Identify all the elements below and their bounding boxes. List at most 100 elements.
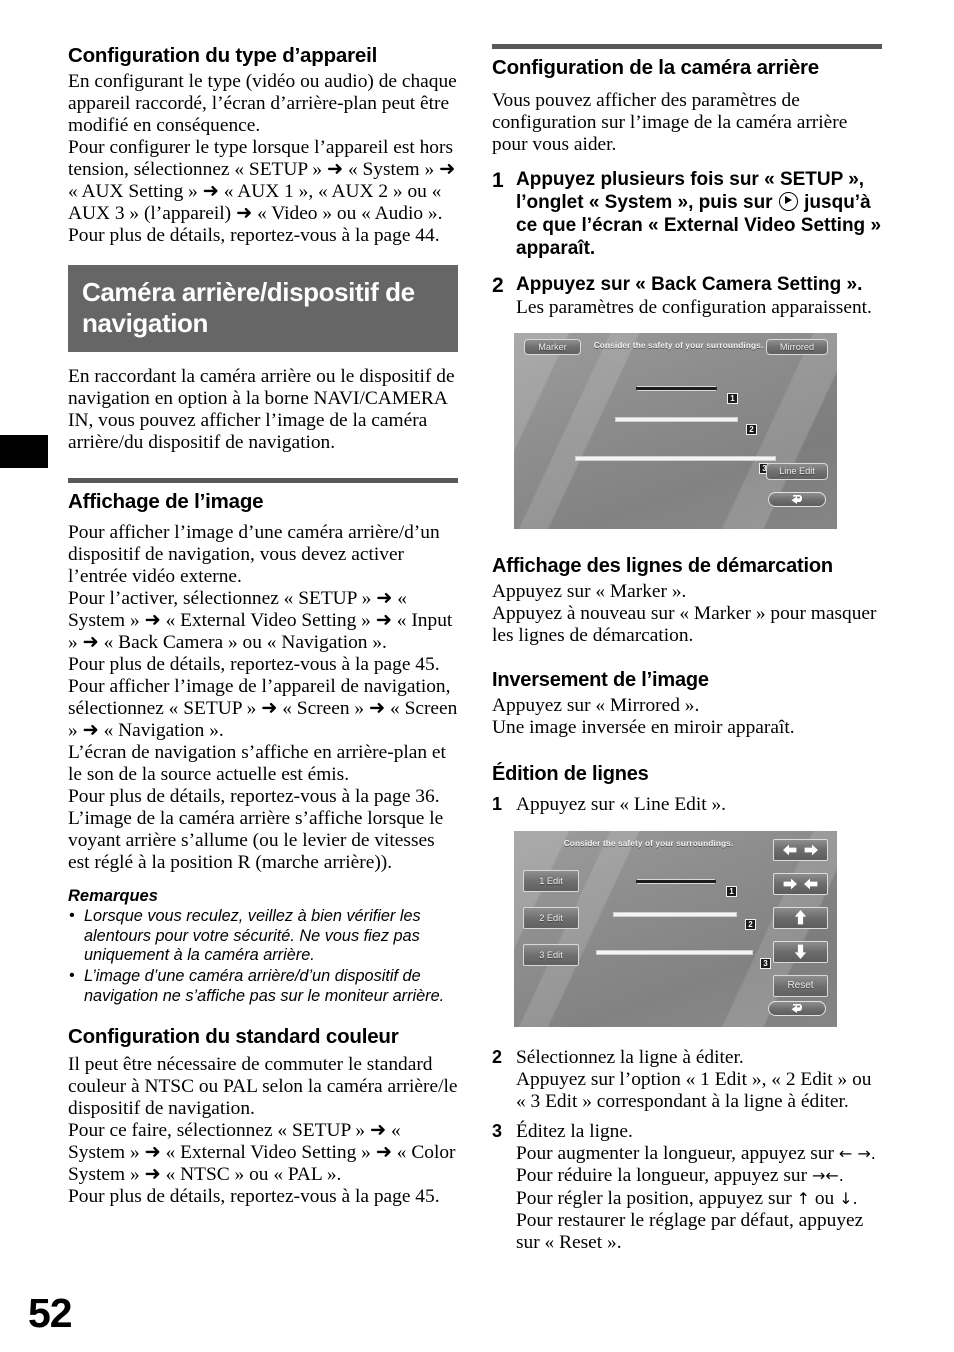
paragraph-image-display-1: Pour afficher l’image d’une caméra arriè… bbox=[68, 522, 440, 588]
demarcation-line-2 bbox=[615, 416, 738, 422]
step-1-text: Appuyez plusieurs fois sur « SETUP », l’… bbox=[516, 169, 882, 261]
paragraph-color-standard-2: Pour ce faire, sélectionnez « SETUP » ➜ … bbox=[68, 1119, 456, 1185]
paragraph-image-display-4: Pour afficher l’image de l’appareil de n… bbox=[68, 676, 458, 742]
expand-horizontal-button[interactable] bbox=[773, 838, 828, 861]
back-arrow-icon bbox=[791, 495, 803, 505]
manual-page: Configuration du type d’appareil En conf… bbox=[0, 0, 954, 1352]
line-edit-step-3-line3-text: Pour réduire la longueur, appuyez sur bbox=[516, 1165, 808, 1187]
paragraph-rear-camera-intro: Vous pouvez afficher des paramètres de c… bbox=[492, 89, 848, 155]
edit-button-1[interactable]: 1 Edit bbox=[523, 869, 579, 892]
figure-back-camera-setting-screen: Consider the safety of your surroundings… bbox=[514, 332, 837, 529]
page-number: 52 bbox=[28, 1290, 73, 1336]
line-edit-step-3-number: 3 bbox=[492, 1120, 503, 1141]
line-edit-step-3-line3: Pour réduire la longueur, appuyez sur →←… bbox=[516, 1165, 882, 1187]
demarcation-line-1 bbox=[636, 878, 716, 884]
paragraph-mirror-2: Une image inversée en miroir apparaît. bbox=[492, 717, 795, 739]
demarcation-line-2 bbox=[613, 911, 737, 917]
play-icon bbox=[778, 191, 798, 211]
arrow-right-icon bbox=[804, 844, 818, 856]
paragraph-mirror-1: Appuyez sur « Mirrored ». bbox=[492, 695, 700, 717]
remarks-list-item: Lorsque vous reculez, veillez à bien vér… bbox=[68, 906, 458, 966]
line-edit-step-3-line2-text: Pour augmenter la longueur, appuyez sur bbox=[516, 1143, 834, 1165]
arrow-up-icon bbox=[794, 910, 807, 925]
section-title-mirror-image: Inversement de l’image bbox=[492, 669, 709, 692]
line-edit-step-3-line4-text: Pour régler la position, appuyez sur bbox=[516, 1187, 792, 1209]
section-rule-rear-camera-config bbox=[492, 44, 882, 49]
line-label-2: 2 bbox=[746, 423, 757, 435]
marker-button[interactable]: Marker bbox=[524, 338, 581, 355]
remarks-list-item: L’image d’une caméra arrière/d’un dispos… bbox=[68, 966, 458, 1006]
reset-button[interactable]: Reset bbox=[773, 974, 828, 997]
page-edge-tab-marker bbox=[0, 435, 48, 468]
step-2: 2 Appuyez sur « Back Camera Setting ». L… bbox=[492, 274, 882, 319]
line-label-2: 2 bbox=[745, 918, 756, 930]
line-edit-step-3-line1: Éditez la ligne. bbox=[516, 1120, 633, 1142]
paragraph-demarcation-2: Appuyez à nouveau sur « Marker » pour ma… bbox=[492, 603, 877, 647]
line-edit-button[interactable]: Line Edit bbox=[766, 462, 828, 480]
line-label-1: 1 bbox=[726, 885, 737, 897]
edit-button-3[interactable]: 3 Edit bbox=[523, 943, 579, 966]
arrow-left-icon bbox=[804, 878, 818, 890]
remarks-heading: Remarques bbox=[68, 887, 158, 906]
step-2-subtext: Les paramètres de configuration apparais… bbox=[516, 296, 872, 318]
right-column: Configuration de la caméra arrière Vous … bbox=[492, 44, 882, 1255]
line-label-1: 1 bbox=[727, 392, 738, 404]
paragraph-color-standard-3: Pour plus de détails, reportez-vous à la… bbox=[68, 1185, 440, 1207]
line-edit-step-3-line2: Pour augmenter la longueur, appuyez sur … bbox=[516, 1143, 882, 1165]
mirrored-button[interactable]: Mirrored bbox=[766, 338, 828, 355]
contract-horizontal-button[interactable] bbox=[773, 872, 828, 895]
line-edit-step-3: 3 Éditez la ligne. Pour augmenter la lon… bbox=[492, 1121, 882, 1255]
section-title-demarcation-lines: Affichage des lignes de démarcation bbox=[492, 554, 833, 577]
paragraph-demarcation-1: Appuyez sur « Marker ». bbox=[492, 581, 687, 603]
back-button[interactable] bbox=[768, 491, 826, 507]
line-edit-step-2: 2 Sélectionnez la ligne à éditer. Appuye… bbox=[492, 1047, 882, 1114]
paragraph-device-type-1: En configurant le type (vidéo ou audio) … bbox=[68, 70, 457, 136]
step-2-text: Appuyez sur « Back Camera Setting ». bbox=[516, 273, 863, 295]
line-edit-step-2-line2: Appuyez sur l’option « 1 Edit », « 2 Edi… bbox=[516, 1069, 872, 1113]
line-edit-step-1-text: Appuyez sur « Line Edit ». bbox=[516, 794, 727, 816]
section-title-image-display: Affichage de l’image bbox=[68, 490, 264, 514]
paragraph-image-display-3: Pour plus de détails, reportez-vous à la… bbox=[68, 654, 440, 676]
figure-line-edit-screen: Consider the safety of your surroundings… bbox=[514, 830, 837, 1027]
arrow-down-icon bbox=[794, 944, 807, 960]
section-title-device-type: Configuration du type d’appareil bbox=[68, 44, 378, 67]
demarcation-line-3 bbox=[575, 455, 776, 461]
section-title-color-standard: Configuration du standard couleur bbox=[68, 1025, 399, 1049]
paragraph-image-display-6: Pour plus de détails, reportez-vous à la… bbox=[68, 786, 440, 808]
section-title-rear-camera-config: Configuration de la caméra arrière bbox=[492, 56, 820, 79]
move-up-button[interactable] bbox=[773, 906, 828, 929]
step-2-number: 2 bbox=[492, 273, 504, 297]
paragraph-color-standard-1: Il peut être nécessaire de commuter le s… bbox=[68, 1053, 458, 1119]
arrow-right-icon bbox=[783, 878, 797, 890]
down-arrow-glyph: ↓. bbox=[839, 1188, 858, 1208]
line-label-3: 3 bbox=[760, 957, 771, 969]
back-button[interactable] bbox=[768, 1000, 826, 1016]
chapter-banner-rear-camera: Caméra arrière/dispositif de navigation bbox=[68, 264, 458, 353]
paragraph-device-type-2: Pour configurer le type lorsque l’appare… bbox=[68, 136, 456, 224]
line-edit-step-1-number: 1 bbox=[492, 794, 503, 815]
step-1-number: 1 bbox=[492, 168, 504, 192]
expand-arrows-glyph: ← →. bbox=[838, 1144, 876, 1164]
left-column: Configuration du type d’appareil En conf… bbox=[68, 44, 458, 1208]
demarcation-line-1 bbox=[636, 385, 717, 391]
edit-button-2[interactable]: 2 Edit bbox=[523, 906, 579, 929]
paragraph-chapter-intro: En raccordant la caméra arrière ou le di… bbox=[68, 366, 455, 454]
back-arrow-icon bbox=[791, 1004, 803, 1014]
paragraph-device-type-3: Pour plus de détails, reportez-vous à la… bbox=[68, 224, 440, 246]
line-edit-step-3-line4: Pour régler la position, appuyez sur ↑ o… bbox=[516, 1188, 882, 1210]
step-1: 1 Appuyez plusieurs fois sur « SETUP », … bbox=[492, 169, 882, 261]
paragraph-image-display-7: L’image de la caméra arrière s’affiche l… bbox=[68, 808, 444, 874]
paragraph-image-display-5: L’écran de navigation s’affiche en arriè… bbox=[68, 742, 446, 786]
remarks-list: Lorsque vous reculez, veillez à bien vér… bbox=[68, 906, 458, 1006]
arrow-left-icon bbox=[783, 844, 797, 856]
section-title-line-editing: Édition de lignes bbox=[492, 763, 649, 786]
move-down-button[interactable] bbox=[773, 940, 828, 963]
up-arrow-glyph: ↑ bbox=[796, 1188, 810, 1208]
line-edit-step-3-line5: Pour restaurer le réglage par défaut, ap… bbox=[516, 1209, 864, 1254]
line-edit-step-3-line4-or: ou bbox=[814, 1187, 835, 1209]
line-edit-step-2-line1: Sélectionnez la ligne à éditer. bbox=[516, 1046, 744, 1068]
line-edit-step-2-number: 2 bbox=[492, 1046, 503, 1067]
demarcation-line-3 bbox=[596, 949, 753, 955]
contract-arrows-glyph: →←. bbox=[811, 1166, 844, 1186]
section-rule-image-display bbox=[68, 478, 458, 484]
